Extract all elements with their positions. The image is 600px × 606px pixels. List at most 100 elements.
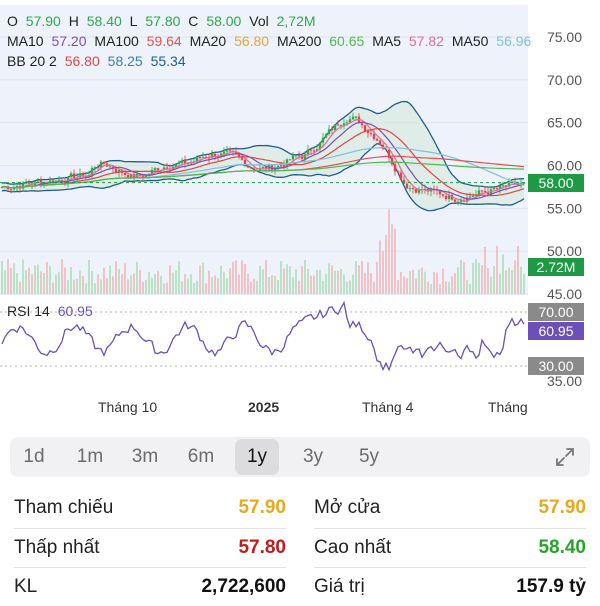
volume-bar [97, 274, 99, 294]
candle-body [108, 166, 112, 168]
volume-bar [412, 269, 414, 294]
stat-reference: Tham chiếu 57.90 [14, 489, 286, 527]
candle-body [363, 125, 367, 131]
range-1m-button[interactable]: 1m [68, 437, 112, 477]
time-range-selector: 1d 1m 3m 6m 1y 3y 5y [10, 437, 590, 477]
volume-bar [94, 283, 96, 294]
volume-bar [340, 268, 342, 294]
range-3y-button[interactable]: 3y [291, 437, 335, 477]
volume-bar [415, 278, 417, 294]
price-tag: 58.00 [538, 175, 573, 191]
volume-bar [451, 276, 453, 294]
ma-legend: MA10 57.20 MA100 59.64 MA20 56.80 MA200 … [7, 32, 535, 50]
rsi-value: 60.95 [57, 303, 93, 319]
volume-bar [487, 268, 489, 294]
volume-bar [271, 275, 273, 294]
candle-body [312, 150, 316, 152]
volume-bar [499, 273, 501, 294]
high-label: H [68, 13, 79, 29]
candle-body [57, 179, 61, 181]
volume-bar [418, 269, 420, 294]
high-label: Cao nhất [314, 537, 392, 558]
volume-bar [172, 272, 174, 294]
volume-bar [361, 260, 363, 294]
volume-bar [121, 274, 123, 294]
candle-body [153, 168, 157, 171]
ma20-value: 56.80 [234, 33, 270, 49]
volume-bar [388, 209, 390, 294]
volume-bar [397, 280, 399, 294]
candle-body [306, 149, 310, 155]
volume-bar [307, 268, 309, 294]
price-axis-tick: 75.00 [547, 29, 582, 45]
expand-icon[interactable] [554, 446, 576, 468]
volume-bar [241, 260, 243, 294]
volume-bar [259, 265, 261, 294]
volume-bar [457, 267, 459, 294]
candle-body [198, 157, 202, 159]
candle-body [321, 137, 325, 143]
ma200-value: 60.65 [329, 33, 365, 49]
rsi-value-tag: 60.95 [538, 323, 573, 339]
range-5y-button[interactable]: 5y [347, 437, 391, 477]
rsi-axis-tick: 35.00 [547, 373, 582, 389]
volume-bar [496, 245, 498, 294]
volume-bar [244, 263, 246, 294]
candle-body [279, 165, 283, 167]
range-3m-button[interactable]: 3m [123, 437, 167, 477]
volume-bar [391, 224, 393, 294]
volume-bar [151, 277, 153, 294]
volume-bar [217, 278, 219, 294]
candle-body [333, 124, 337, 131]
volume-bar [493, 266, 495, 294]
candle-body [495, 188, 499, 190]
volume-bar [1, 261, 3, 294]
candle-body [396, 171, 400, 173]
volume-bar [523, 273, 525, 294]
stat-low: Thấp nhất 57.80 [14, 529, 286, 567]
volume-bar [337, 270, 339, 294]
volume-bar [100, 279, 102, 294]
volume-bar [193, 283, 195, 294]
volume-bar [181, 281, 183, 294]
volume-bar [484, 247, 486, 294]
volume-bar [349, 280, 351, 294]
open-value: 57.90 [25, 13, 61, 29]
volume-bar [196, 280, 198, 294]
ma10-value: 57.20 [51, 33, 87, 49]
vol-value: 2,72M [276, 13, 316, 29]
volume-bar [277, 280, 279, 294]
candle-body [156, 168, 160, 171]
open-value: 57.90 [538, 497, 586, 518]
candle-body [261, 166, 265, 169]
volume-bar [250, 281, 252, 294]
volume-bar [352, 274, 354, 294]
volume-bar [70, 267, 72, 294]
volume-bar [169, 265, 171, 294]
volume-bar [517, 245, 519, 294]
rsi-label: RSI 14 [7, 303, 50, 319]
volume-bar [310, 275, 312, 294]
range-1d-button[interactable]: 1d [12, 437, 56, 477]
volume-bar [502, 254, 504, 294]
volume-bar [430, 283, 432, 294]
volume-bar [10, 268, 12, 294]
value-label: Giá trị [314, 576, 365, 597]
range-1y-button[interactable]: 1y [235, 439, 279, 475]
high-value: 58.40 [538, 537, 586, 558]
volume-bar [229, 268, 231, 294]
candle-body [288, 159, 292, 161]
price-axis-tick: 50.00 [547, 243, 582, 259]
candle-body [27, 182, 31, 184]
time-axis-label: Tháng 4 [362, 399, 414, 415]
volume-bar [43, 272, 45, 294]
candle-body [411, 188, 415, 190]
candle-body [222, 151, 226, 154]
volume-bar [481, 265, 483, 294]
vol-label: Vol [249, 13, 269, 29]
volume-bar [82, 276, 84, 294]
candle-body [228, 150, 232, 152]
range-6m-button[interactable]: 6m [179, 437, 223, 477]
volume-bar [211, 277, 213, 294]
volume-bar [184, 273, 186, 294]
